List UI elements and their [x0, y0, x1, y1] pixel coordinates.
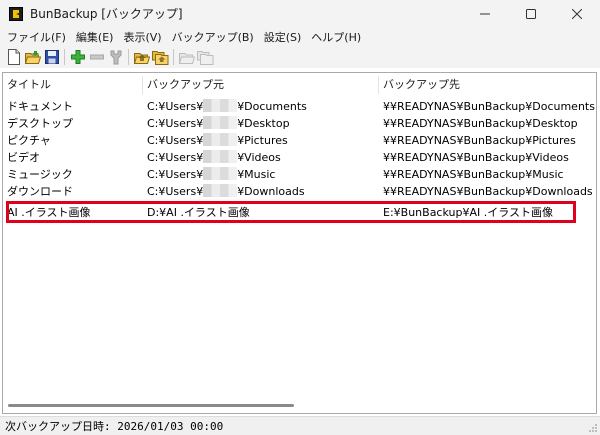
next-backup-status: 次バックアップ日時: 2026/01/03 00:00: [5, 420, 224, 433]
redacted-username: [203, 167, 238, 180]
source-prefix: C:¥Users¥: [147, 117, 204, 130]
toolbar-separator: [64, 49, 65, 65]
save-icon: [44, 50, 59, 64]
close-icon: [572, 8, 582, 19]
toolbar: [0, 46, 600, 68]
menu-file[interactable]: ファイル(F): [0, 29, 71, 45]
restore-all-icon: [197, 51, 214, 65]
table-row[interactable]: ドキュメント C:¥Users¥ ¥Documents ¥¥READYNAS¥Bu…: [3, 98, 596, 115]
column-header-destination[interactable]: バックアップ先: [379, 73, 596, 97]
open-folder-icon: [24, 50, 41, 64]
row-destination: ¥¥READYNAS¥BunBackup¥Downloads: [383, 185, 593, 198]
redacted-username: [203, 99, 238, 112]
source-suffix: ¥Downloads: [237, 185, 305, 198]
table-row[interactable]: ピクチャ C:¥Users¥ ¥Pictures ¥¥READYNAS¥BunBa…: [3, 132, 596, 149]
redacted-username: [203, 133, 238, 146]
row-title: AI .イラスト画像: [7, 206, 91, 219]
minimize-button[interactable]: [462, 0, 508, 27]
new-file-icon: [7, 49, 20, 65]
restore-all-button[interactable]: [196, 48, 215, 67]
menu-view[interactable]: 表示(V): [118, 29, 166, 45]
backup-icon: [133, 52, 150, 64]
menu-help[interactable]: ヘルプ(H): [306, 29, 366, 45]
redacted-username: [203, 116, 238, 129]
row-destination: ¥¥READYNAS¥BunBackup¥Documents: [383, 100, 595, 113]
row-destination: E:¥BunBackup¥AI .イラスト画像: [383, 206, 554, 219]
row-destination: ¥¥READYNAS¥BunBackup¥Desktop: [383, 117, 578, 130]
source-prefix: C:¥Users¥: [147, 151, 204, 164]
row-destination: ¥¥READYNAS¥BunBackup¥Videos: [383, 151, 569, 164]
backup-all-icon: [152, 51, 169, 65]
source-prefix: D:¥AI .イラスト画像: [147, 206, 250, 219]
open-button[interactable]: [23, 48, 42, 67]
row-source: C:¥Users¥ ¥Pictures: [143, 132, 379, 149]
row-title: ビデオ: [7, 151, 40, 164]
table-row[interactable]: ビデオ C:¥Users¥ ¥Videos ¥¥READYNAS¥BunBacku…: [3, 149, 596, 166]
column-header-source[interactable]: バックアップ元: [143, 73, 379, 97]
menu-edit[interactable]: 編集(E): [71, 29, 119, 45]
restore-button[interactable]: [177, 48, 196, 67]
row-title: ダウンロード: [7, 185, 73, 198]
add-icon: [70, 50, 85, 64]
row-destination: ¥¥READYNAS¥BunBackup¥Music: [383, 168, 564, 181]
new-button[interactable]: [4, 48, 23, 67]
list-header: タイトル バックアップ元 バックアップ先: [3, 73, 596, 97]
remove-icon: [89, 54, 104, 60]
status-bar: 次バックアップ日時: 2026/01/03 00:00: [0, 416, 600, 435]
horizontal-scrollbar[interactable]: [3, 397, 596, 413]
scrollbar-thumb[interactable]: [8, 404, 294, 407]
source-prefix: C:¥Users¥: [147, 185, 204, 198]
menu-bar: ファイル(F) 編集(E) 表示(V) バックアップ(B) 設定(S) ヘルプ(…: [0, 27, 600, 46]
add-button[interactable]: [68, 48, 87, 67]
source-suffix: ¥Music: [237, 168, 276, 181]
row-source: C:¥Users¥ ¥Videos: [143, 149, 379, 166]
table-row[interactable]: ダウンロード C:¥Users¥ ¥Downloads ¥¥READYNAS¥Bu…: [3, 183, 596, 200]
source-suffix: ¥Desktop: [237, 117, 290, 130]
resize-grip-icon[interactable]: [588, 423, 598, 433]
row-source: D:¥AI .イラスト画像: [143, 204, 379, 221]
row-title: ミュージック: [7, 168, 73, 181]
source-prefix: C:¥Users¥: [147, 168, 204, 181]
row-title: ドキュメント: [7, 100, 73, 113]
window-title: BunBackup [バックアップ]: [30, 7, 183, 21]
row-title: デスクトップ: [7, 117, 73, 130]
source-suffix: ¥Pictures: [237, 134, 288, 147]
redacted-username: [203, 150, 238, 163]
remove-button[interactable]: [87, 48, 106, 67]
restore-icon: [178, 52, 195, 64]
row-source: C:¥Users¥ ¥Downloads: [143, 183, 379, 200]
minimize-icon: [480, 13, 490, 14]
toolbar-separator: [128, 49, 129, 65]
bunbackup-app-icon: [9, 6, 23, 21]
row-title: ピクチャ: [7, 134, 51, 147]
source-prefix: C:¥Users¥: [147, 100, 204, 113]
source-prefix: C:¥Users¥: [147, 134, 204, 147]
column-header-title[interactable]: タイトル: [3, 73, 143, 97]
menu-backup[interactable]: バックアップ(B): [167, 29, 259, 45]
row-source: C:¥Users¥ ¥Documents: [143, 98, 379, 115]
table-row-highlighted[interactable]: AI .イラスト画像 D:¥AI .イラスト画像 E:¥BunBackup¥AI…: [3, 204, 596, 221]
source-suffix: ¥Videos: [237, 151, 281, 164]
row-source: C:¥Users¥ ¥Desktop: [143, 115, 379, 132]
table-row[interactable]: ミュージック C:¥Users¥ ¥Music ¥¥READYNAS¥BunBac…: [3, 166, 596, 183]
title-bar[interactable]: BunBackup [バックアップ]: [0, 0, 600, 27]
row-source: C:¥Users¥ ¥Music: [143, 166, 379, 183]
close-button[interactable]: [554, 0, 600, 27]
maximize-button[interactable]: [508, 0, 554, 27]
toolbar-separator: [173, 49, 174, 65]
table-row[interactable]: デスクトップ C:¥Users¥ ¥Desktop ¥¥READYNAS¥BunB…: [3, 115, 596, 132]
save-button[interactable]: [42, 48, 61, 67]
properties-button[interactable]: [106, 48, 125, 67]
properties-icon: [110, 50, 121, 64]
backup-list[interactable]: タイトル バックアップ元 バックアップ先 ドキュメント C:¥Users¥ ¥Do…: [2, 72, 597, 414]
menu-settings[interactable]: 設定(S): [259, 29, 307, 45]
backup-button[interactable]: [132, 48, 151, 67]
redacted-username: [203, 184, 238, 197]
backup-all-button[interactable]: [151, 48, 170, 67]
maximize-icon: [526, 8, 536, 19]
source-suffix: ¥Documents: [237, 100, 307, 113]
row-destination: ¥¥READYNAS¥BunBackup¥Pictures: [383, 134, 576, 147]
